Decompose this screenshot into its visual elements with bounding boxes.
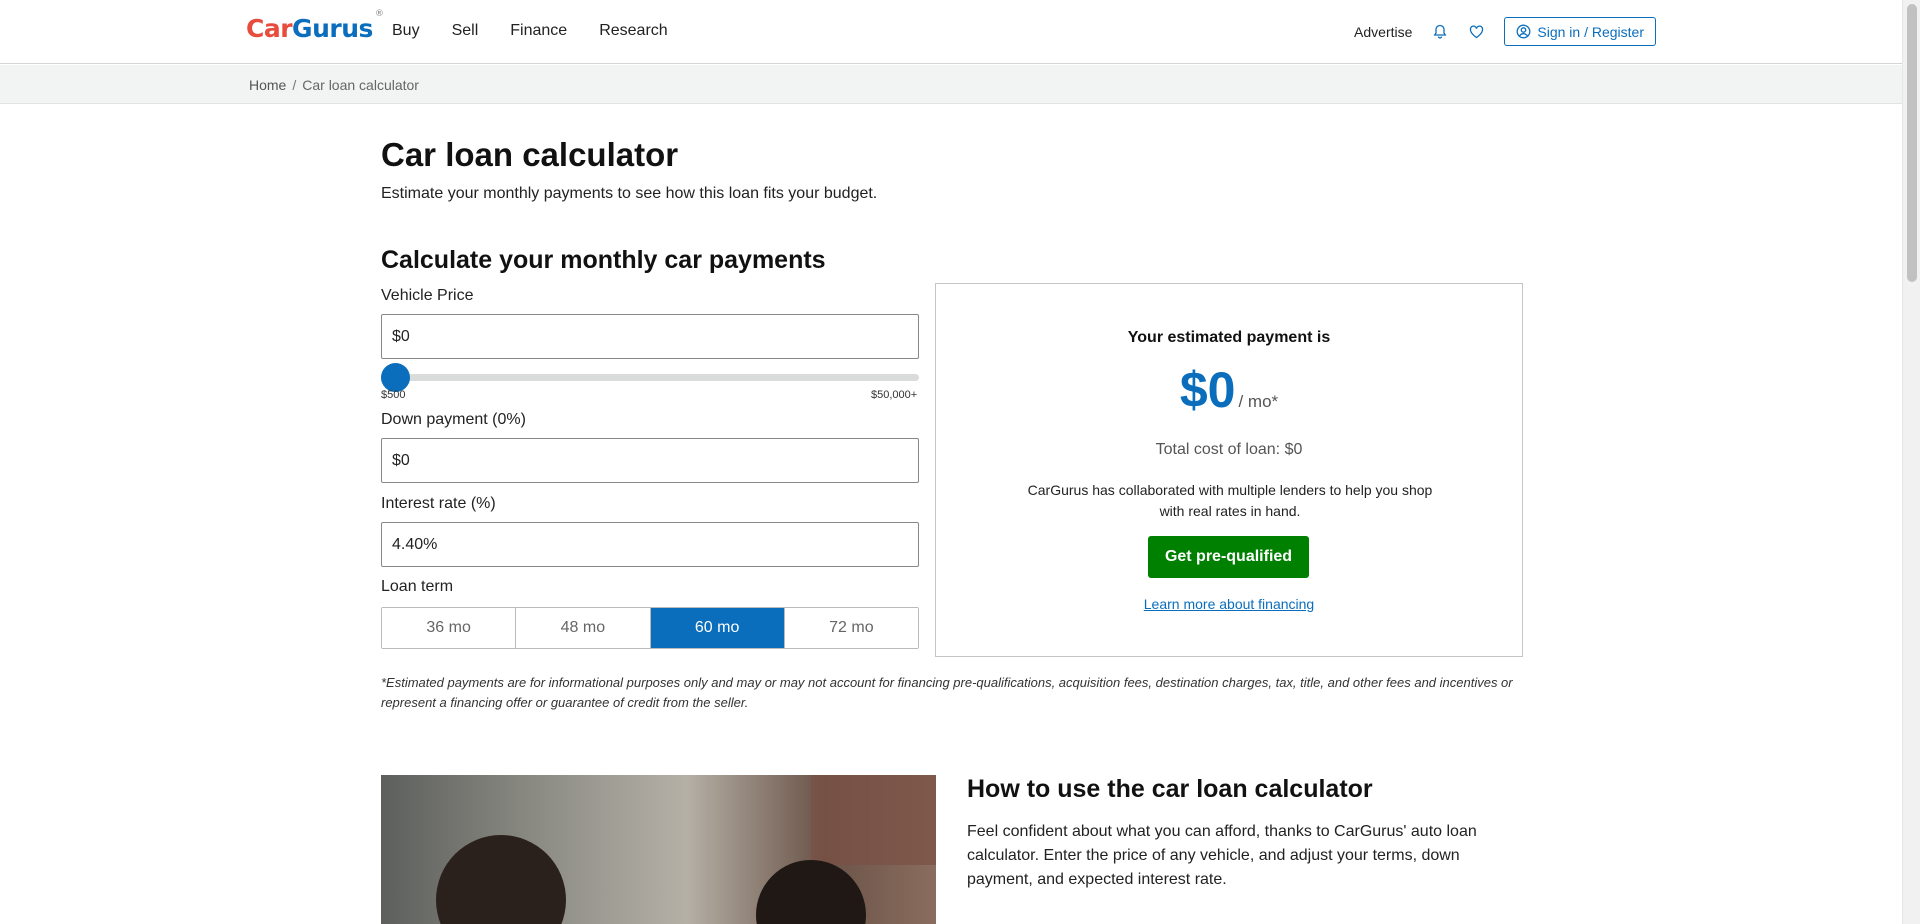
interest-rate-input[interactable]: 4.40% xyxy=(381,522,919,567)
logo-part-gurus: Gurus xyxy=(292,14,373,43)
main-nav: Buy Sell Finance Research xyxy=(392,22,700,40)
breadcrumb-current: Car loan calculator xyxy=(302,77,419,93)
howto-title: How to use the car loan calculator xyxy=(967,775,1373,803)
per-month-label: / mo* xyxy=(1238,392,1279,411)
down-payment-label: Down payment (0%) xyxy=(381,411,526,428)
signin-label: Sign in / Register xyxy=(1537,23,1644,40)
learn-financing-link[interactable]: Learn more about financing xyxy=(936,596,1522,612)
calculator-section-title: Calculate your monthly car payments xyxy=(381,246,826,274)
total-loan-cost: Total cost of loan: $0 xyxy=(1155,441,1303,458)
breadcrumb-home[interactable]: Home xyxy=(249,77,286,93)
term-36-button[interactable]: 36 mo xyxy=(382,608,517,648)
logo-registered-mark: ® xyxy=(374,8,384,19)
vehicle-price-input[interactable]: $0 xyxy=(381,314,919,359)
estimate-disclaimer: *Estimated payments are for informationa… xyxy=(381,675,1513,710)
payment-amount-row: $0/ mo* xyxy=(936,361,1522,419)
header-actions: Advertise Sign in / Register xyxy=(1354,17,1656,46)
user-circle-icon xyxy=(1516,24,1531,39)
nav-research[interactable]: Research xyxy=(599,22,667,40)
photo-person-right xyxy=(756,860,866,924)
breadcrumb-separator: / xyxy=(292,77,297,93)
vehicle-price-slider-thumb[interactable] xyxy=(381,363,410,392)
loan-term-selector: 36 mo 48 mo 60 mo 72 mo xyxy=(381,607,919,649)
page-subtitle: Estimate your monthly payments to see ho… xyxy=(381,185,878,202)
vehicle-price-label: Vehicle Price xyxy=(381,287,474,304)
site-header: CarGurus® Buy Sell Finance Research Adve… xyxy=(0,0,1902,64)
scrollbar-thumb[interactable] xyxy=(1907,4,1917,282)
nav-buy[interactable]: Buy xyxy=(392,22,420,40)
nav-finance[interactable]: Finance xyxy=(510,22,567,40)
interest-rate-label: Interest rate (%) xyxy=(381,495,496,512)
cargurus-logo[interactable]: CarGurus® xyxy=(246,9,384,43)
page-title: Car loan calculator xyxy=(381,136,679,173)
page-scrollbar[interactable] xyxy=(1902,0,1920,924)
signin-register-button[interactable]: Sign in / Register xyxy=(1504,17,1656,46)
term-72-button[interactable]: 72 mo xyxy=(784,608,918,648)
estimated-payment-card: Your estimated payment is $0/ mo* Total … xyxy=(935,283,1523,657)
logo-part-car: Car xyxy=(246,14,293,43)
howto-paragraph: Feel confident about what you can afford… xyxy=(967,823,1477,888)
breadcrumb-bar: Home / Car loan calculator xyxy=(0,65,1902,104)
couple-photo xyxy=(381,775,936,924)
term-60-button[interactable]: 60 mo xyxy=(650,608,785,648)
get-prequalified-button[interactable]: Get pre-qualified xyxy=(1148,536,1309,578)
heart-icon[interactable] xyxy=(1468,24,1484,40)
nav-sell[interactable]: Sell xyxy=(452,22,479,40)
photo-person-left xyxy=(436,835,566,924)
monthly-payment-amount: $0 xyxy=(1179,362,1236,418)
term-48-button[interactable]: 48 mo xyxy=(516,608,651,648)
breadcrumb: Home / Car loan calculator xyxy=(249,77,419,93)
slider-min-label: $500 xyxy=(381,389,406,401)
slider-max-label: $50,000+ xyxy=(871,389,918,401)
estimated-payment-title: Your estimated payment is xyxy=(1127,329,1331,346)
advertise-link[interactable]: Advertise xyxy=(1354,24,1412,40)
photo-building xyxy=(811,775,936,865)
down-payment-input[interactable]: $0 xyxy=(381,438,919,483)
loan-term-label: Loan term xyxy=(381,578,454,595)
vehicle-price-slider-track[interactable] xyxy=(381,374,919,381)
bell-icon[interactable] xyxy=(1432,24,1448,40)
lenders-collab-text: CarGurus has collaborated with multiple … xyxy=(1027,482,1433,519)
